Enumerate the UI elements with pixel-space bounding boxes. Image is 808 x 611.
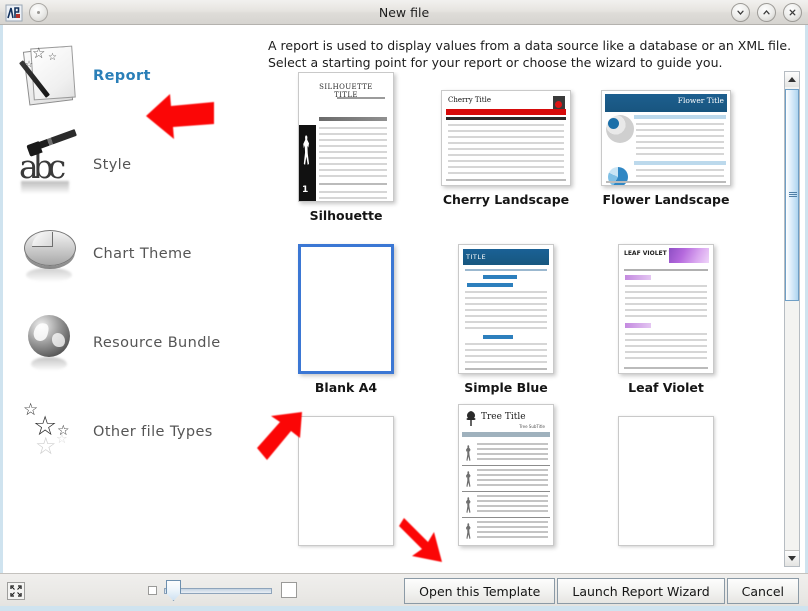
globe-icon (11, 304, 91, 382)
close-button[interactable] (783, 3, 802, 22)
sidebar-item-label: Report (93, 68, 151, 84)
sidebar-item-label: Style (93, 157, 132, 173)
template-item-row3-1[interactable] (266, 416, 426, 567)
description-line-1: A report is used to display values from … (268, 38, 792, 53)
thumbnail-preview-silhouette: SILHOUETTE TITLE 1 (299, 73, 393, 201)
sidebar-item-other-file-types[interactable]: ☆ ☆ ☆ ☆ ☆ Other file Types (11, 393, 251, 471)
cancel-button[interactable]: Cancel (726, 578, 799, 604)
thumbnail-preview-cherry: Cherry Title (442, 91, 570, 185)
thumbnail-page-number: 1 (302, 185, 309, 195)
description-line-2: Select a starting point for your report … (268, 55, 723, 70)
launch-report-wizard-button[interactable]: Launch Report Wizard (557, 578, 725, 604)
template-label: Leaf Violet (628, 380, 704, 395)
template-item-tree[interactable]: Tree Title Tree SubTitle (426, 404, 586, 567)
new-file-dialog: New file ☆ ☆ ☆ Report abc Style Chart Th… (0, 0, 808, 611)
template-thumbnail[interactable] (298, 416, 394, 546)
thumbnail-preview-blank (619, 417, 713, 545)
thumbnail-preview-simple-blue: TITLE (459, 245, 553, 373)
thumbnail-wrap: SILHOUETTE TITLE 1 (298, 72, 394, 202)
template-item-row3-3[interactable] (586, 416, 746, 567)
template-thumbnail[interactable]: Tree Title Tree SubTitle (458, 404, 554, 546)
template-thumbnail[interactable]: Cherry Title (441, 90, 571, 186)
template-thumbnail[interactable] (298, 244, 394, 374)
thumbnail-wrap: TITLE (458, 244, 554, 374)
template-item-blank-a4[interactable]: Blank A4 (266, 244, 426, 414)
thumbnail-wrap: Flower Title (601, 72, 731, 186)
sidebar-item-report[interactable]: ☆ ☆ ☆ Report (11, 37, 251, 115)
fit-to-window-icon[interactable] (7, 582, 25, 600)
small-thumbnails-icon[interactable] (148, 586, 157, 595)
thumbnail-wrap (618, 416, 714, 546)
sidebar-item-chart-theme[interactable]: Chart Theme (11, 215, 251, 293)
sidebar-item-label: Other file Types (93, 424, 213, 440)
thumbnail-wrap: Cherry Title (441, 72, 571, 186)
vertical-scrollbar[interactable] (784, 71, 800, 567)
sidebar-item-style[interactable]: abc Style (11, 126, 251, 204)
thumbnail-wrap: Tree Title Tree SubTitle (458, 404, 554, 546)
template-label: Silhouette (309, 208, 383, 223)
template-label: Cherry Landscape (442, 192, 570, 207)
scroll-down-arrow[interactable] (785, 550, 799, 566)
large-thumbnails-icon[interactable] (281, 582, 297, 598)
thumbnail-preview-flower: Flower Title (602, 91, 730, 185)
template-item-flower-landscape[interactable]: Flower Title Flower Landscape (586, 72, 746, 242)
footer-buttons: Open this Template Launch Report Wizard … (402, 578, 799, 604)
sidebar-item-resource-bundle[interactable]: Resource Bundle (11, 304, 251, 382)
maximize-button[interactable] (757, 3, 776, 22)
thumbnail-preview-blank (301, 247, 391, 371)
template-thumbnail[interactable]: Flower Title (601, 90, 731, 186)
template-panel: A report is used to display values from … (256, 25, 805, 573)
thumbnail-title: Flower Title (677, 96, 724, 105)
minimize-button[interactable] (731, 3, 750, 22)
template-thumbnail[interactable]: SILHOUETTE TITLE 1 (298, 72, 394, 202)
dialog-body: ☆ ☆ ☆ Report abc Style Chart Theme Resou… (0, 25, 808, 573)
template-gallery[interactable]: SILHOUETTE TITLE 1 Silhouette Cherry Tit… (266, 72, 787, 567)
template-item-leaf-violet[interactable]: LEAF VIOLET TITLE Leaf Violet (586, 244, 746, 414)
template-thumbnail[interactable] (618, 416, 714, 546)
panel-description: A report is used to display values from … (268, 37, 798, 71)
scrollbar-grip-icon (789, 192, 797, 198)
thumbnail-wrap (298, 416, 394, 546)
template-thumbnail[interactable]: LEAF VIOLET TITLE (618, 244, 714, 374)
stars-icon: ☆ ☆ ☆ ☆ ☆ (23, 400, 70, 460)
template-thumbnail[interactable]: TITLE (458, 244, 554, 374)
thumbnail-wrap: LEAF VIOLET TITLE (618, 244, 714, 374)
sidebar-item-label: Resource Bundle (93, 335, 221, 351)
scrollbar-thumb[interactable] (785, 89, 799, 301)
pie-chart-icon (11, 215, 91, 293)
template-label: Simple Blue (464, 380, 548, 395)
template-item-simple-blue[interactable]: TITLE Simple Blue (426, 244, 586, 414)
window-title: New file (378, 5, 430, 20)
window-controls (731, 3, 802, 22)
sidebar-item-label: Chart Theme (93, 246, 192, 262)
thumbnail-preview-leaf-violet: LEAF VIOLET TITLE (619, 245, 713, 373)
thumbnail-title: Tree Title (481, 412, 526, 422)
open-this-template-button[interactable]: Open this Template (404, 578, 556, 604)
category-sidebar: ☆ ☆ ☆ Report abc Style Chart Theme Resou… (3, 25, 256, 573)
app-icon (3, 2, 24, 23)
thumbnail-title: Cherry Title (448, 96, 491, 104)
tree-glyph-icon (464, 409, 478, 427)
thumbnail-preview-blank (299, 417, 393, 545)
template-label: Flower Landscape (602, 192, 730, 207)
thumbnail-preview-tree: Tree Title Tree SubTitle (459, 405, 553, 545)
title-bar-left (3, 2, 48, 23)
thumbnail-wrap (298, 244, 394, 374)
scroll-up-arrow[interactable] (785, 72, 799, 88)
window-menu-dot[interactable] (29, 3, 48, 22)
thumbnail-title: TITLE (466, 253, 487, 261)
report-wizard-icon: ☆ ☆ ☆ (11, 37, 91, 115)
template-label: Blank A4 (314, 380, 378, 395)
scrollbar-track[interactable] (785, 87, 799, 551)
title-bar: New file (0, 0, 808, 25)
template-item-cherry-landscape[interactable]: Cherry Title Cherry Landscape (426, 72, 586, 242)
style-brush-icon: abc (11, 126, 91, 204)
template-item-silhouette[interactable]: SILHOUETTE TITLE 1 Silhouette (266, 72, 426, 242)
